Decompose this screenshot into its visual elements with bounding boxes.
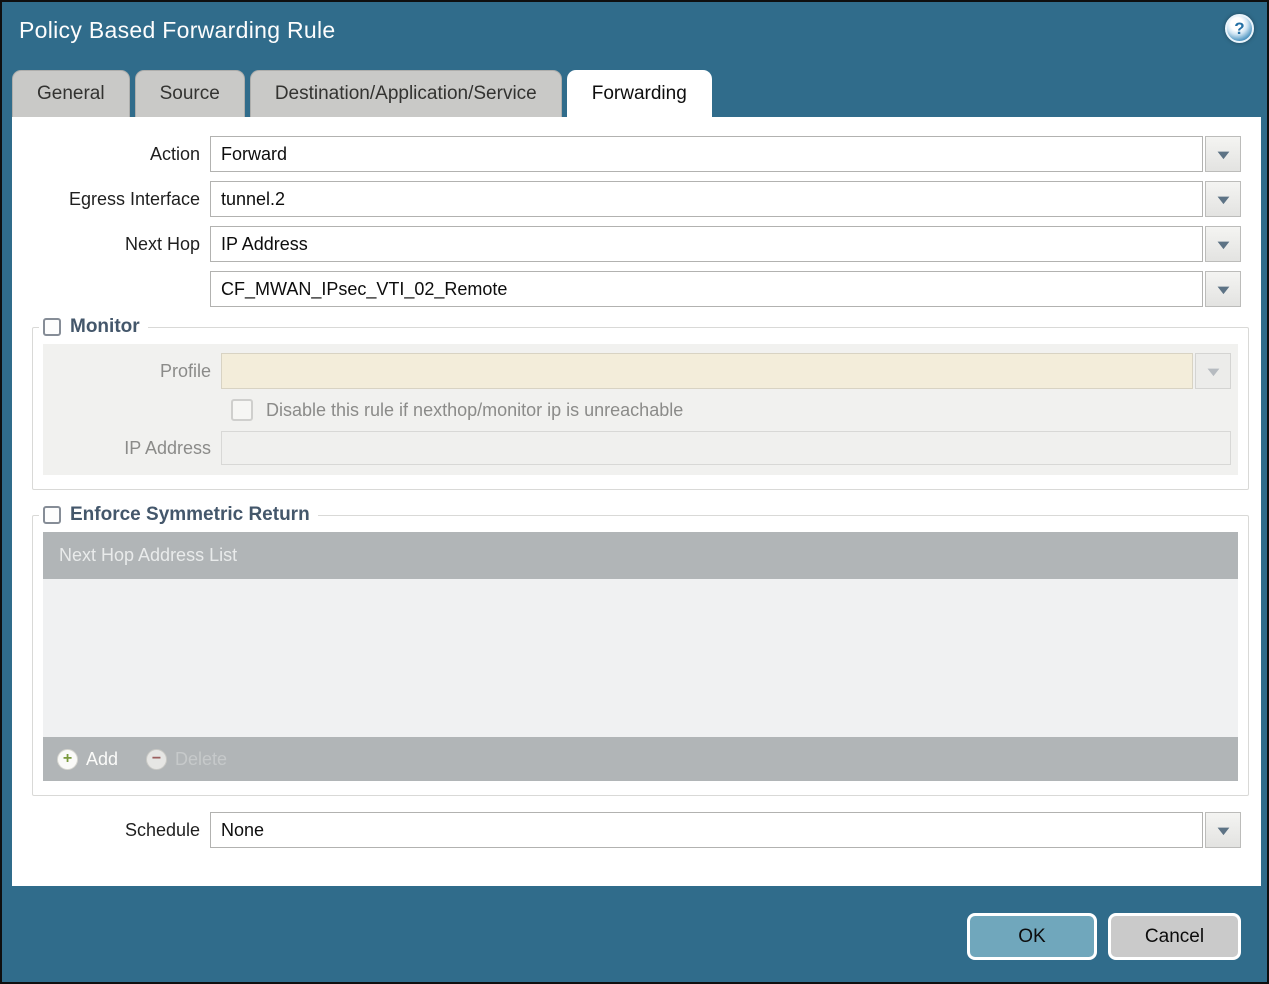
monitor-legend: Monitor xyxy=(39,316,148,338)
disable-rule-checkbox xyxy=(231,399,253,421)
next-hop-address-list-column-header: Next Hop Address List xyxy=(59,545,238,565)
next-hop-address-table-toolbar: + Add − Delete xyxy=(43,737,1238,781)
chevron-down-icon: ▼ xyxy=(1213,281,1233,297)
next-hop-label: Next Hop xyxy=(124,233,200,254)
action-value: Forward xyxy=(210,136,1203,172)
delete-button: − Delete xyxy=(146,748,228,770)
disable-rule-label: Disable this rule if nexthop/monitor ip … xyxy=(266,399,684,420)
monitor-group: Monitor Profile ▼ Disable this rule if n… xyxy=(32,316,1249,490)
action-dropdown-button[interactable]: ▼ xyxy=(1205,136,1241,172)
monitor-checkbox[interactable] xyxy=(43,318,61,336)
next-hop-type-select[interactable]: IP Address ▼ xyxy=(210,226,1241,262)
schedule-label: Schedule xyxy=(124,819,200,840)
help-icon[interactable]: ? xyxy=(1225,14,1254,43)
monitor-ip-address-label: IP Address xyxy=(124,437,211,458)
egress-interface-value: tunnel.2 xyxy=(210,181,1203,217)
schedule-row: Schedule None ▼ xyxy=(12,812,1261,848)
cancel-button[interactable]: Cancel xyxy=(1108,913,1241,960)
egress-interface-label: Egress Interface xyxy=(68,188,200,209)
chevron-down-icon: ▼ xyxy=(1213,146,1233,162)
monitor-profile-row: Profile ▼ xyxy=(43,353,1238,389)
monitor-legend-label: Monitor xyxy=(70,316,140,337)
schedule-select[interactable]: None ▼ xyxy=(210,812,1241,848)
monitor-ip-address-input xyxy=(221,431,1231,465)
action-label: Action xyxy=(149,143,200,164)
question-mark-glyph: ? xyxy=(1234,18,1245,38)
chevron-down-icon: ▼ xyxy=(1203,363,1223,379)
enforce-symmetric-return-checkbox[interactable] xyxy=(43,506,61,524)
monitor-disable-rule-row: Disable this rule if nexthop/monitor ip … xyxy=(231,399,1238,421)
symmetric-return-legend: Enforce Symmetric Return xyxy=(39,504,318,526)
dialog-title: Policy Based Forwarding Rule xyxy=(19,17,336,43)
symmetric-return-legend-label: Enforce Symmetric Return xyxy=(70,504,310,525)
tab-bar: General Source Destination/Application/S… xyxy=(12,70,712,117)
action-select[interactable]: Forward ▼ xyxy=(210,136,1241,172)
tab-source[interactable]: Source xyxy=(134,70,245,117)
monitor-profile-label: Profile xyxy=(159,360,211,381)
monitor-profile-dropdown-button: ▼ xyxy=(1195,353,1231,389)
next-hop-address-table-body[interactable] xyxy=(43,579,1238,737)
forwarding-tab-panel: Action Forward ▼ Egress Interface tunnel… xyxy=(12,117,1261,886)
next-hop-address-value: CF_MWAN_IPsec_VTI_02_Remote xyxy=(210,271,1203,307)
tab-forwarding[interactable]: Forwarding xyxy=(566,70,712,117)
next-hop-row: Next Hop IP Address ▼ xyxy=(12,226,1261,262)
egress-interface-select[interactable]: tunnel.2 ▼ xyxy=(210,181,1241,217)
monitor-fields-panel: Profile ▼ Disable this rule if nexthop/m… xyxy=(43,344,1238,475)
pbf-rule-dialog: Policy Based Forwarding Rule ? General S… xyxy=(0,0,1269,984)
action-row: Action Forward ▼ xyxy=(12,136,1261,172)
next-hop-type-value: IP Address xyxy=(210,226,1203,262)
symmetric-return-group: Enforce Symmetric Return Next Hop Addres… xyxy=(32,504,1249,796)
next-hop-address-row: CF_MWAN_IPsec_VTI_02_Remote ▼ xyxy=(12,271,1261,307)
next-hop-address-table-header: Next Hop Address List xyxy=(43,532,1238,579)
add-button[interactable]: + Add xyxy=(57,748,119,770)
next-hop-address-select[interactable]: CF_MWAN_IPsec_VTI_02_Remote ▼ xyxy=(210,271,1241,307)
monitor-profile-select: ▼ xyxy=(221,353,1231,389)
next-hop-address-dropdown-button[interactable]: ▼ xyxy=(1205,271,1241,307)
egress-interface-row: Egress Interface tunnel.2 ▼ xyxy=(12,181,1261,217)
minus-icon: − xyxy=(146,748,168,770)
monitor-ip-address-row: IP Address xyxy=(43,431,1238,465)
plus-icon: + xyxy=(57,748,78,770)
delete-button-label: Delete xyxy=(175,748,228,769)
chevron-down-icon: ▼ xyxy=(1213,236,1233,252)
tab-destination-application-service[interactable]: Destination/Application/Service xyxy=(249,70,562,117)
next-hop-address-table: Next Hop Address List + Add − Delete xyxy=(43,532,1238,781)
chevron-down-icon: ▼ xyxy=(1213,191,1233,207)
ok-button[interactable]: OK xyxy=(967,913,1097,960)
add-button-label: Add xyxy=(86,748,119,769)
monitor-profile-value xyxy=(221,353,1193,389)
schedule-value: None xyxy=(210,812,1203,848)
schedule-dropdown-button[interactable]: ▼ xyxy=(1205,812,1241,848)
next-hop-type-dropdown-button[interactable]: ▼ xyxy=(1205,226,1241,262)
egress-interface-dropdown-button[interactable]: ▼ xyxy=(1205,181,1241,217)
tab-general[interactable]: General xyxy=(12,70,130,117)
chevron-down-icon: ▼ xyxy=(1213,822,1233,838)
